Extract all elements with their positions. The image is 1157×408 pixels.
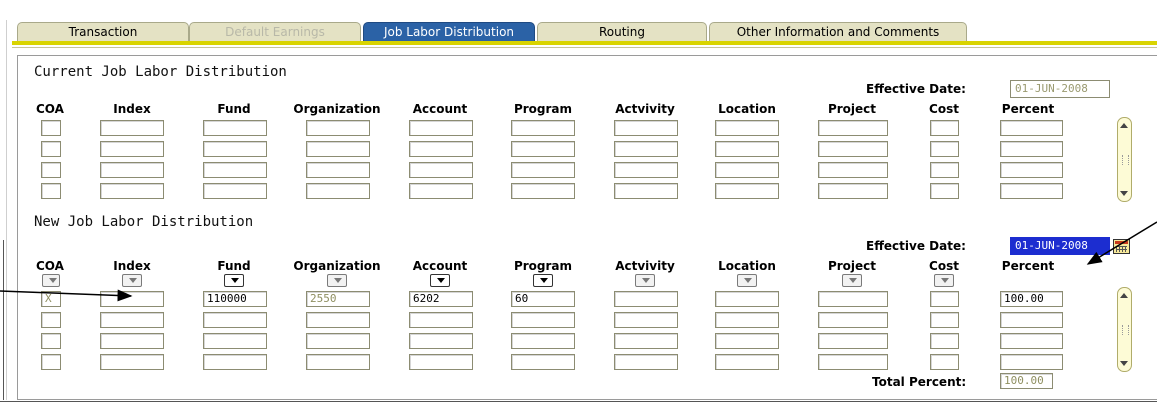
annotation-arrow-index [0, 289, 133, 302]
annotation-arrow-percent [1086, 221, 1157, 265]
annotation-arrows [0, 221, 1157, 302]
